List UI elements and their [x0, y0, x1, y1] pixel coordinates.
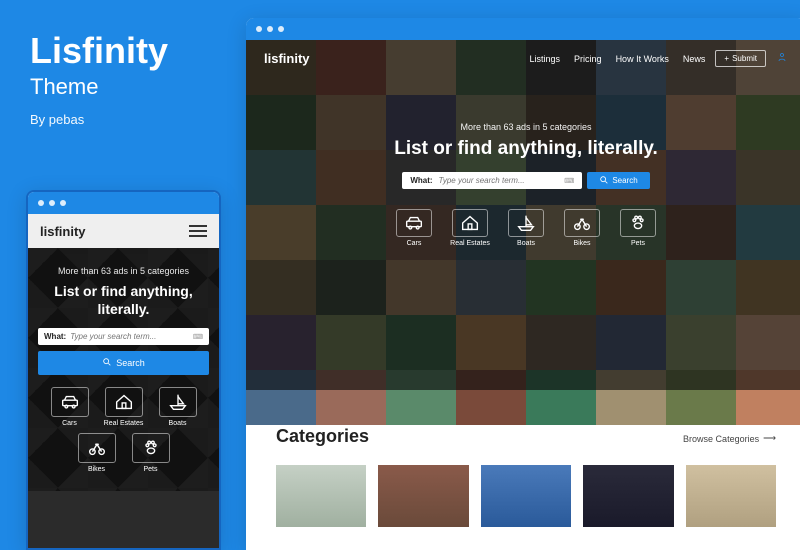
- submit-button-label: Submit: [732, 54, 757, 63]
- category-label: Boats: [169, 420, 187, 427]
- arrow-right-icon: ⟶: [763, 433, 776, 444]
- keyboard-icon: ⌨: [193, 333, 203, 341]
- nav-listings[interactable]: Listings: [530, 54, 561, 64]
- house-icon: [452, 209, 488, 237]
- search-box[interactable]: What: ⌨: [38, 328, 209, 345]
- category-boats[interactable]: Boats: [154, 387, 202, 427]
- browse-label: Browse Categories: [683, 434, 759, 444]
- top-nav: lisfinity Listings Pricing How It Works …: [246, 40, 800, 77]
- boat-icon: [159, 387, 197, 417]
- search-button-label: Search: [116, 358, 145, 368]
- nav-howitworks[interactable]: How It Works: [616, 54, 669, 64]
- category-label: Real Estates: [104, 420, 144, 427]
- category-realestates[interactable]: Real Estates: [448, 209, 492, 247]
- promo-subtitle: Theme: [30, 74, 168, 100]
- category-label: Cars: [62, 420, 77, 427]
- hero-headline: List or find anything, literally.: [246, 138, 800, 160]
- window-dot-icon: [278, 26, 284, 32]
- category-thumbnail[interactable]: [686, 465, 776, 527]
- search-box[interactable]: What: ⌨: [402, 172, 582, 189]
- hero-headline: List or find anything, literally.: [38, 282, 209, 318]
- category-pets[interactable]: Pets: [127, 433, 175, 473]
- nav-news[interactable]: News: [683, 54, 706, 64]
- mobile-topbar: lisfinity: [28, 214, 219, 248]
- category-thumbnail[interactable]: [481, 465, 571, 527]
- promo-block: Lisfinity Theme By pebas: [30, 30, 168, 127]
- desktop-preview: lisfinity Listings Pricing How It Works …: [246, 18, 800, 550]
- category-label: Pets: [631, 240, 645, 247]
- desktop-browser-chrome: [246, 18, 800, 40]
- car-icon: [51, 387, 89, 417]
- promo-title: Lisfinity: [30, 30, 168, 72]
- search-button[interactable]: Search: [38, 351, 209, 375]
- category-label: Cars: [407, 240, 422, 247]
- category-thumbnails: [276, 465, 776, 527]
- search-icon: [599, 175, 609, 187]
- hamburger-icon[interactable]: [189, 222, 207, 240]
- category-bikes[interactable]: Bikes: [73, 433, 121, 473]
- search-button-label: Search: [612, 176, 637, 185]
- window-dot-icon: [49, 200, 55, 206]
- search-label: What:: [410, 176, 432, 185]
- user-icon[interactable]: [776, 51, 788, 66]
- plus-icon: +: [724, 54, 729, 63]
- window-dot-icon: [60, 200, 66, 206]
- search-button[interactable]: Search: [587, 172, 649, 189]
- submit-button[interactable]: + Submit: [715, 50, 766, 67]
- car-icon: [396, 209, 432, 237]
- pet-icon: [620, 209, 656, 237]
- category-label: Bikes: [88, 466, 105, 473]
- category-cars[interactable]: Cars: [46, 387, 94, 427]
- search-label: What:: [44, 332, 66, 341]
- main-nav: Listings Pricing How It Works News: [530, 54, 706, 64]
- category-label: Real Estates: [450, 240, 490, 247]
- desktop-categories: Cars Real Estates Boats Bikes: [246, 209, 800, 247]
- category-label: Bikes: [573, 240, 590, 247]
- keyboard-icon: ⌨: [564, 177, 574, 185]
- category-pets[interactable]: Pets: [616, 209, 660, 247]
- pet-icon: [132, 433, 170, 463]
- search-icon: [102, 357, 112, 369]
- bike-icon: [564, 209, 600, 237]
- search-input[interactable]: [70, 332, 189, 341]
- category-thumbnail[interactable]: [378, 465, 468, 527]
- window-dot-icon: [267, 26, 273, 32]
- boat-icon: [508, 209, 544, 237]
- window-dot-icon: [256, 26, 262, 32]
- nav-pricing[interactable]: Pricing: [574, 54, 602, 64]
- category-thumbnail[interactable]: [583, 465, 673, 527]
- hero-tagline: More than 63 ads in 5 categories: [38, 266, 209, 276]
- category-realestates[interactable]: Real Estates: [100, 387, 148, 427]
- category-bikes[interactable]: Bikes: [560, 209, 604, 247]
- house-icon: [105, 387, 143, 417]
- mobile-browser-chrome: [28, 192, 219, 214]
- category-thumbnail[interactable]: [276, 465, 366, 527]
- window-dot-icon: [38, 200, 44, 206]
- mobile-preview: lisfinity More than 63 ads in 5 categori…: [26, 190, 221, 550]
- category-label: Pets: [143, 466, 157, 473]
- brand-logo[interactable]: lisfinity: [264, 51, 310, 66]
- hero-tagline: More than 63 ads in 5 categories: [246, 122, 800, 132]
- brand-logo[interactable]: lisfinity: [40, 224, 86, 239]
- mobile-categories: Cars Real Estates Boats Bikes Pets: [38, 387, 209, 473]
- search-input[interactable]: [439, 176, 559, 185]
- category-cars[interactable]: Cars: [392, 209, 436, 247]
- bike-icon: [78, 433, 116, 463]
- browse-categories-link[interactable]: Browse Categories ⟶: [683, 433, 776, 444]
- category-boats[interactable]: Boats: [504, 209, 548, 247]
- category-label: Boats: [517, 240, 535, 247]
- promo-author: By pebas: [30, 112, 168, 127]
